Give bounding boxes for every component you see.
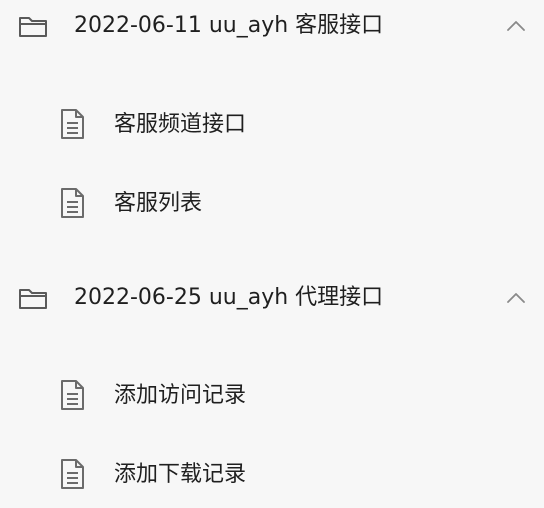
tree-item-label: 客服列表: [114, 191, 203, 216]
document-icon: [61, 109, 84, 139]
folder-icon: [19, 17, 47, 37]
tree-item-label: 添加下载记录: [114, 462, 247, 487]
tree-item-label: 添加访问记录: [114, 383, 247, 408]
group-header-customer-service[interactable]: 2022-06-11 uu_ayh 客服接口: [0, 2, 544, 50]
group-header-proxy[interactable]: 2022-06-25 uu_ayh 代理接口: [0, 274, 544, 322]
tree-item-customer-channel[interactable]: 客服频道接口: [0, 99, 544, 151]
group-title: 2022-06-11 uu_ayh 客服接口: [74, 13, 384, 38]
api-tree: 2022-06-11 uu_ayh 客服接口 客服频道接口 客服列表 2022-…: [0, 0, 544, 508]
chevron-up-icon[interactable]: [504, 288, 528, 308]
chevron-up-icon[interactable]: [504, 16, 528, 36]
document-icon: [61, 188, 84, 218]
group-title: 2022-06-25 uu_ayh 代理接口: [74, 285, 384, 310]
tree-item-add-visit-record[interactable]: 添加访问记录: [0, 370, 544, 422]
folder-icon: [19, 289, 47, 309]
tree-item-label: 客服频道接口: [114, 112, 247, 137]
document-icon: [61, 380, 84, 410]
tree-item-customer-list[interactable]: 客服列表: [0, 178, 544, 230]
document-icon: [61, 459, 84, 489]
tree-item-add-download-record[interactable]: 添加下载记录: [0, 449, 544, 501]
